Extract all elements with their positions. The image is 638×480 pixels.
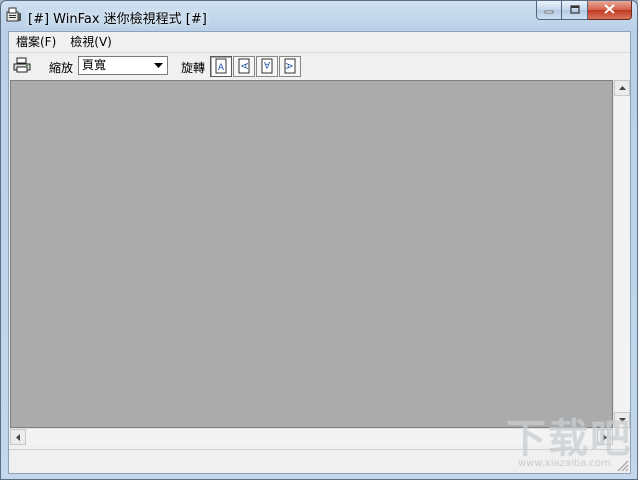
status-bar bbox=[9, 449, 630, 473]
menu-file[interactable]: 檔案(F) bbox=[9, 32, 63, 51]
fax-view-area[interactable] bbox=[10, 80, 613, 428]
print-button[interactable] bbox=[11, 55, 33, 77]
arrow-right-icon bbox=[603, 433, 607, 441]
horizontal-scrollbar[interactable] bbox=[10, 428, 613, 445]
app-window: [#] WinFax 迷你檢視程式 [#] 檔案(F) 檢視(V) 縮放 頁寬 … bbox=[0, 0, 638, 480]
title-bar[interactable]: [#] WinFax 迷你檢視程式 [#] bbox=[1, 1, 637, 31]
caption-buttons bbox=[536, 1, 632, 21]
svg-text:A: A bbox=[283, 63, 293, 70]
minimize-button[interactable] bbox=[536, 1, 562, 20]
menu-view[interactable]: 檢視(V) bbox=[63, 32, 119, 51]
scroll-up-button[interactable] bbox=[614, 80, 630, 96]
scrollbar-corner bbox=[613, 428, 630, 445]
client-area: 檔案(F) 檢視(V) 縮放 頁寬 旋轉 A A A A bbox=[8, 31, 631, 474]
arrow-down-icon bbox=[618, 418, 626, 422]
rotate-left-button[interactable]: A bbox=[233, 56, 255, 77]
scroll-right-button[interactable] bbox=[597, 429, 613, 445]
svg-text:A: A bbox=[241, 62, 251, 69]
rotate-right-button[interactable]: A bbox=[279, 56, 301, 77]
minimize-icon bbox=[544, 3, 554, 17]
arrow-left-icon bbox=[16, 433, 20, 441]
zoom-value: 頁寬 bbox=[82, 58, 107, 72]
rotate-180-icon: A bbox=[257, 58, 277, 79]
maximize-icon bbox=[569, 3, 580, 17]
maximize-button[interactable] bbox=[562, 1, 588, 20]
toolbar: 縮放 頁寬 旋轉 A A A A bbox=[9, 52, 630, 79]
close-button[interactable] bbox=[588, 1, 632, 20]
zoom-select[interactable]: 頁寬 bbox=[78, 56, 168, 75]
svg-text:A: A bbox=[263, 59, 270, 69]
chevron-down-icon[interactable] bbox=[151, 58, 166, 73]
rotate-0-button[interactable]: A bbox=[210, 56, 232, 77]
fax-app-icon[interactable] bbox=[6, 7, 22, 23]
rotate-label: 旋轉 bbox=[181, 61, 206, 75]
window-title: [#] WinFax 迷你檢視程式 [#] bbox=[28, 12, 207, 27]
arrow-up-icon bbox=[618, 86, 626, 90]
rotate-180-button[interactable]: A bbox=[256, 56, 278, 77]
resize-grip-icon[interactable] bbox=[615, 458, 629, 472]
scroll-left-button[interactable] bbox=[10, 429, 26, 445]
rotate-0-icon: A bbox=[211, 58, 231, 79]
zoom-label: 縮放 bbox=[49, 61, 74, 75]
printer-icon bbox=[13, 57, 31, 76]
vertical-scrollbar[interactable] bbox=[613, 80, 630, 428]
rotate-90-left-icon: A bbox=[234, 58, 254, 79]
svg-text:A: A bbox=[218, 63, 225, 73]
rotate-90-right-icon: A bbox=[280, 58, 300, 79]
close-icon bbox=[604, 3, 615, 17]
menu-bar: 檔案(F) 檢視(V) bbox=[9, 32, 630, 51]
scroll-down-button[interactable] bbox=[614, 412, 630, 428]
